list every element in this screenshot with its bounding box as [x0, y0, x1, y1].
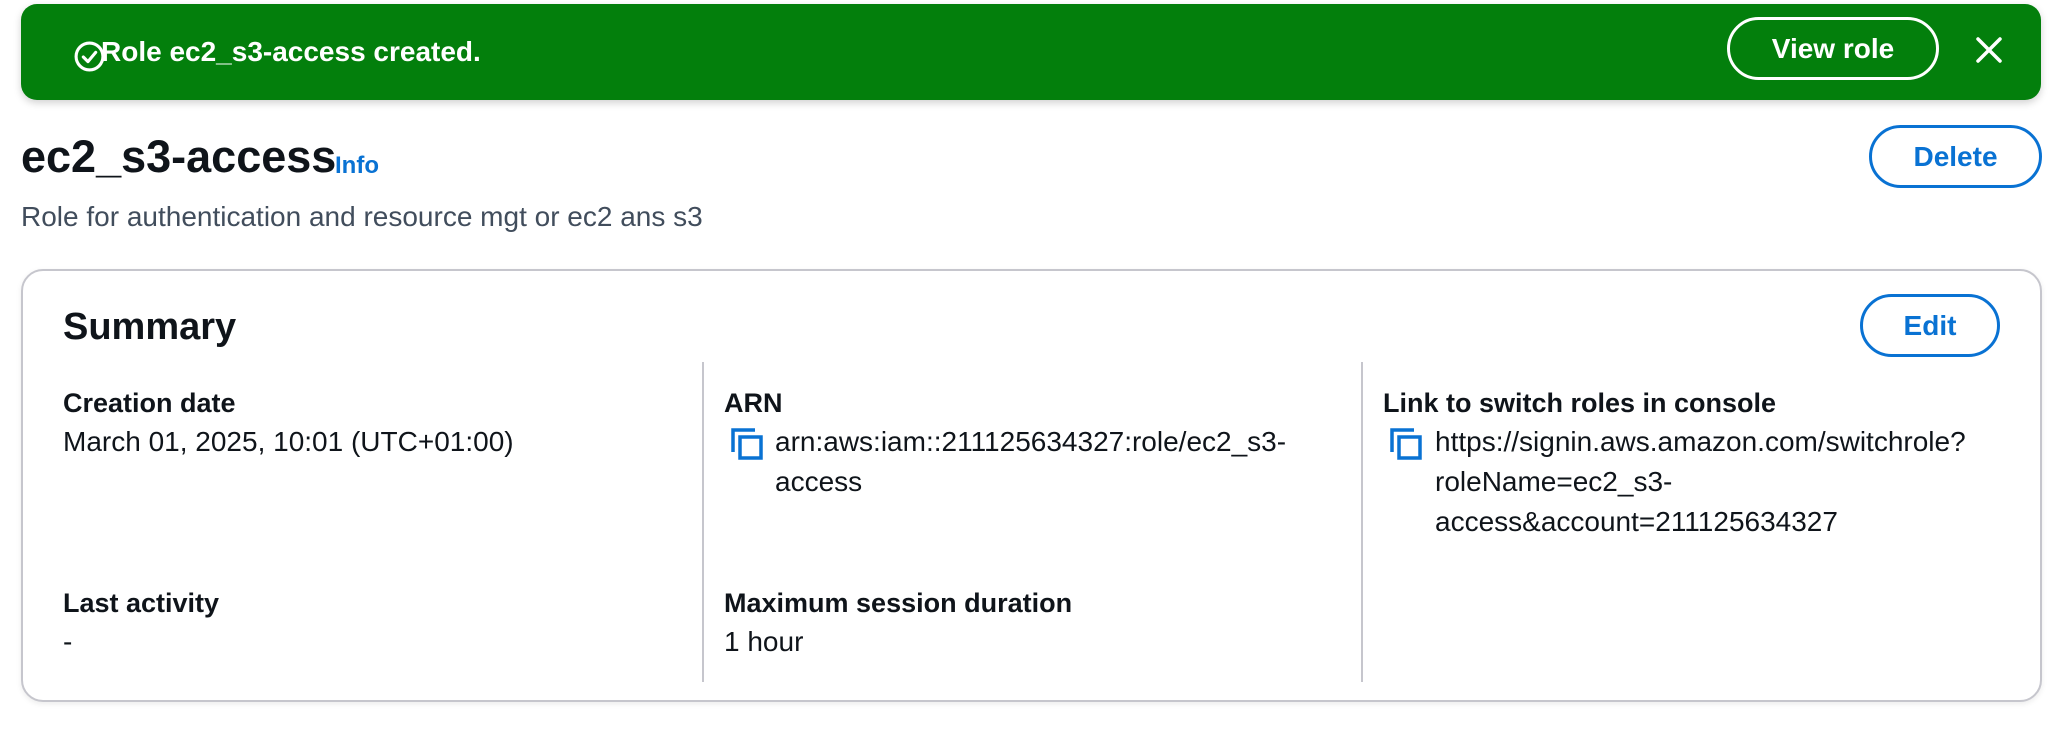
creation-date-label: Creation date	[63, 388, 236, 418]
info-link[interactable]: Info	[335, 152, 379, 180]
max-session-label: Maximum session duration	[724, 588, 1073, 618]
copy-icon[interactable]	[1389, 427, 1423, 461]
creation-date-value: March 01, 2025, 10:01 (UTC+01:00)	[63, 426, 514, 457]
close-icon[interactable]	[1974, 35, 2004, 65]
last-activity-label: Last activity	[63, 588, 220, 618]
summary-title: Summary	[63, 306, 237, 348]
page-description: Role for authentication and resource mgt…	[21, 201, 703, 232]
column-divider	[1361, 362, 1363, 682]
last-activity-value: -	[63, 626, 73, 657]
delete-button[interactable]: Delete	[1869, 125, 2042, 188]
edit-button[interactable]: Edit	[1860, 294, 2000, 357]
switch-link-line: roleName=ec2_s3-	[1435, 466, 1673, 497]
column-divider	[702, 362, 704, 682]
switch-link-label: Link to switch roles in console	[1383, 388, 1777, 418]
copy-icon[interactable]	[730, 427, 764, 461]
max-session-value: 1 hour	[724, 626, 804, 657]
arn-value-line: arn:aws:iam::211125634327:role/ec2_s3-	[775, 426, 1287, 457]
page-title: ec2_s3-access	[21, 131, 337, 182]
arn-label: ARN	[724, 388, 783, 418]
arn-value-line: access	[775, 466, 863, 497]
summary-card	[21, 269, 2042, 702]
switch-link-line: access&account=211125634327	[1435, 506, 1838, 537]
view-role-button[interactable]: View role	[1727, 17, 1939, 80]
switch-link-line: https://signin.aws.amazon.com/switchrole…	[1435, 426, 1966, 457]
flash-message: Role ec2_s3-access created.	[101, 36, 481, 67]
